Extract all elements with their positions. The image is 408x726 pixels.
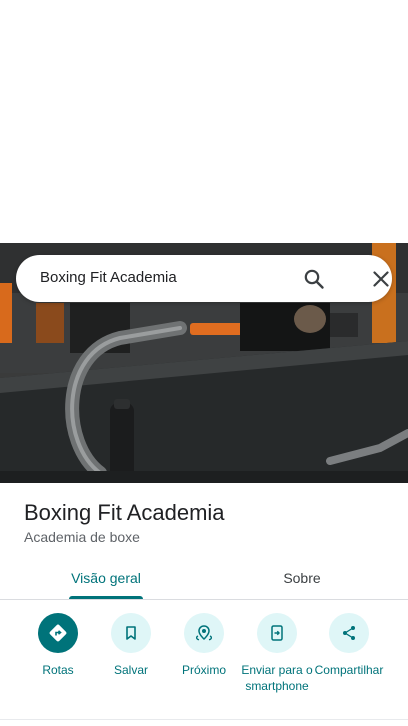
tab-about[interactable]: Sobre bbox=[246, 556, 358, 600]
send-to-phone-label: Enviar para o smartphone bbox=[241, 663, 313, 693]
divider bbox=[0, 719, 408, 720]
nearby-icon bbox=[184, 613, 224, 653]
tab-about-label: Sobre bbox=[283, 570, 321, 586]
search-query-text[interactable]: Boxing Fit Academia bbox=[40, 269, 177, 286]
send-to-phone-button[interactable]: Enviar para o smartphone bbox=[237, 613, 317, 694]
nearby-button[interactable]: Próximo bbox=[164, 613, 244, 679]
send-to-phone-icon bbox=[257, 613, 297, 653]
nearby-label: Próximo bbox=[181, 663, 226, 677]
action-buttons: Rotas Salvar Próximo Enviar para o smart… bbox=[0, 613, 408, 713]
share-button[interactable]: Compartilhar bbox=[309, 613, 389, 679]
share-label: Compartilhar bbox=[314, 663, 384, 677]
directions-icon bbox=[38, 613, 78, 653]
search-bar[interactable]: Boxing Fit Academia bbox=[16, 255, 392, 302]
close-icon[interactable] bbox=[369, 267, 393, 291]
tab-overview-label: Visão geral bbox=[71, 570, 141, 586]
place-tabs: Visão geral Sobre bbox=[0, 556, 408, 600]
save-button[interactable]: Salvar bbox=[91, 613, 171, 679]
place-category: Academia de boxe bbox=[24, 529, 140, 545]
share-icon bbox=[329, 613, 369, 653]
map-blank-area bbox=[0, 0, 408, 243]
save-label: Salvar bbox=[113, 663, 148, 677]
place-title: Boxing Fit Academia bbox=[24, 500, 225, 525]
search-icon[interactable] bbox=[302, 267, 326, 291]
directions-label: Rotas bbox=[42, 663, 74, 677]
bookmark-icon bbox=[111, 613, 151, 653]
tab-overview[interactable]: Visão geral bbox=[50, 556, 162, 600]
directions-button[interactable]: Rotas bbox=[18, 613, 98, 679]
active-tab-indicator bbox=[69, 596, 143, 599]
